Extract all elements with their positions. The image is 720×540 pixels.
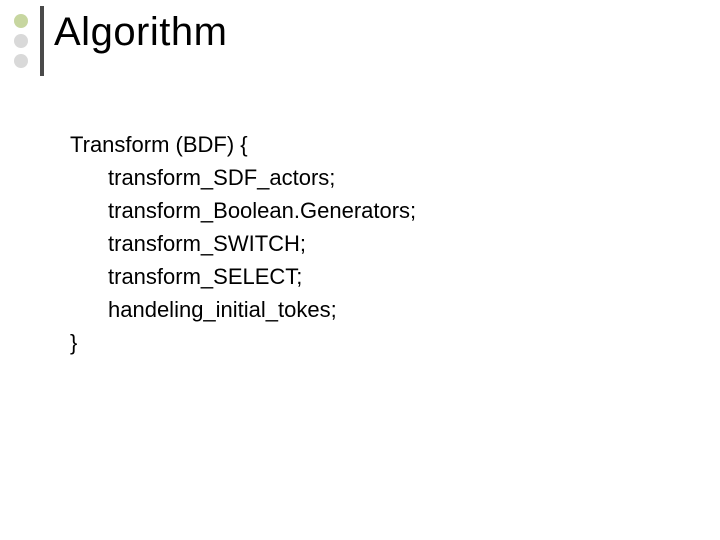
bullet-dot-icon [14,34,28,48]
code-line: transform_SELECT; [70,260,416,293]
slide-title: Algorithm [54,10,227,55]
code-close: } [70,326,416,359]
title-rule [40,6,44,76]
code-open: Transform (BDF) { [70,128,416,161]
slide: Algorithm Transform (BDF) { transform_SD… [0,0,720,540]
code-line: transform_Boolean.Generators; [70,194,416,227]
code-line: transform_SWITCH; [70,227,416,260]
bullet-dot-icon [14,54,28,68]
code-line: handeling_initial_tokes; [70,293,416,326]
bullet-dot-icon [14,14,28,28]
slide-body: Transform (BDF) { transform_SDF_actors; … [70,128,416,359]
code-line: transform_SDF_actors; [70,161,416,194]
decorative-bullets [14,14,28,74]
